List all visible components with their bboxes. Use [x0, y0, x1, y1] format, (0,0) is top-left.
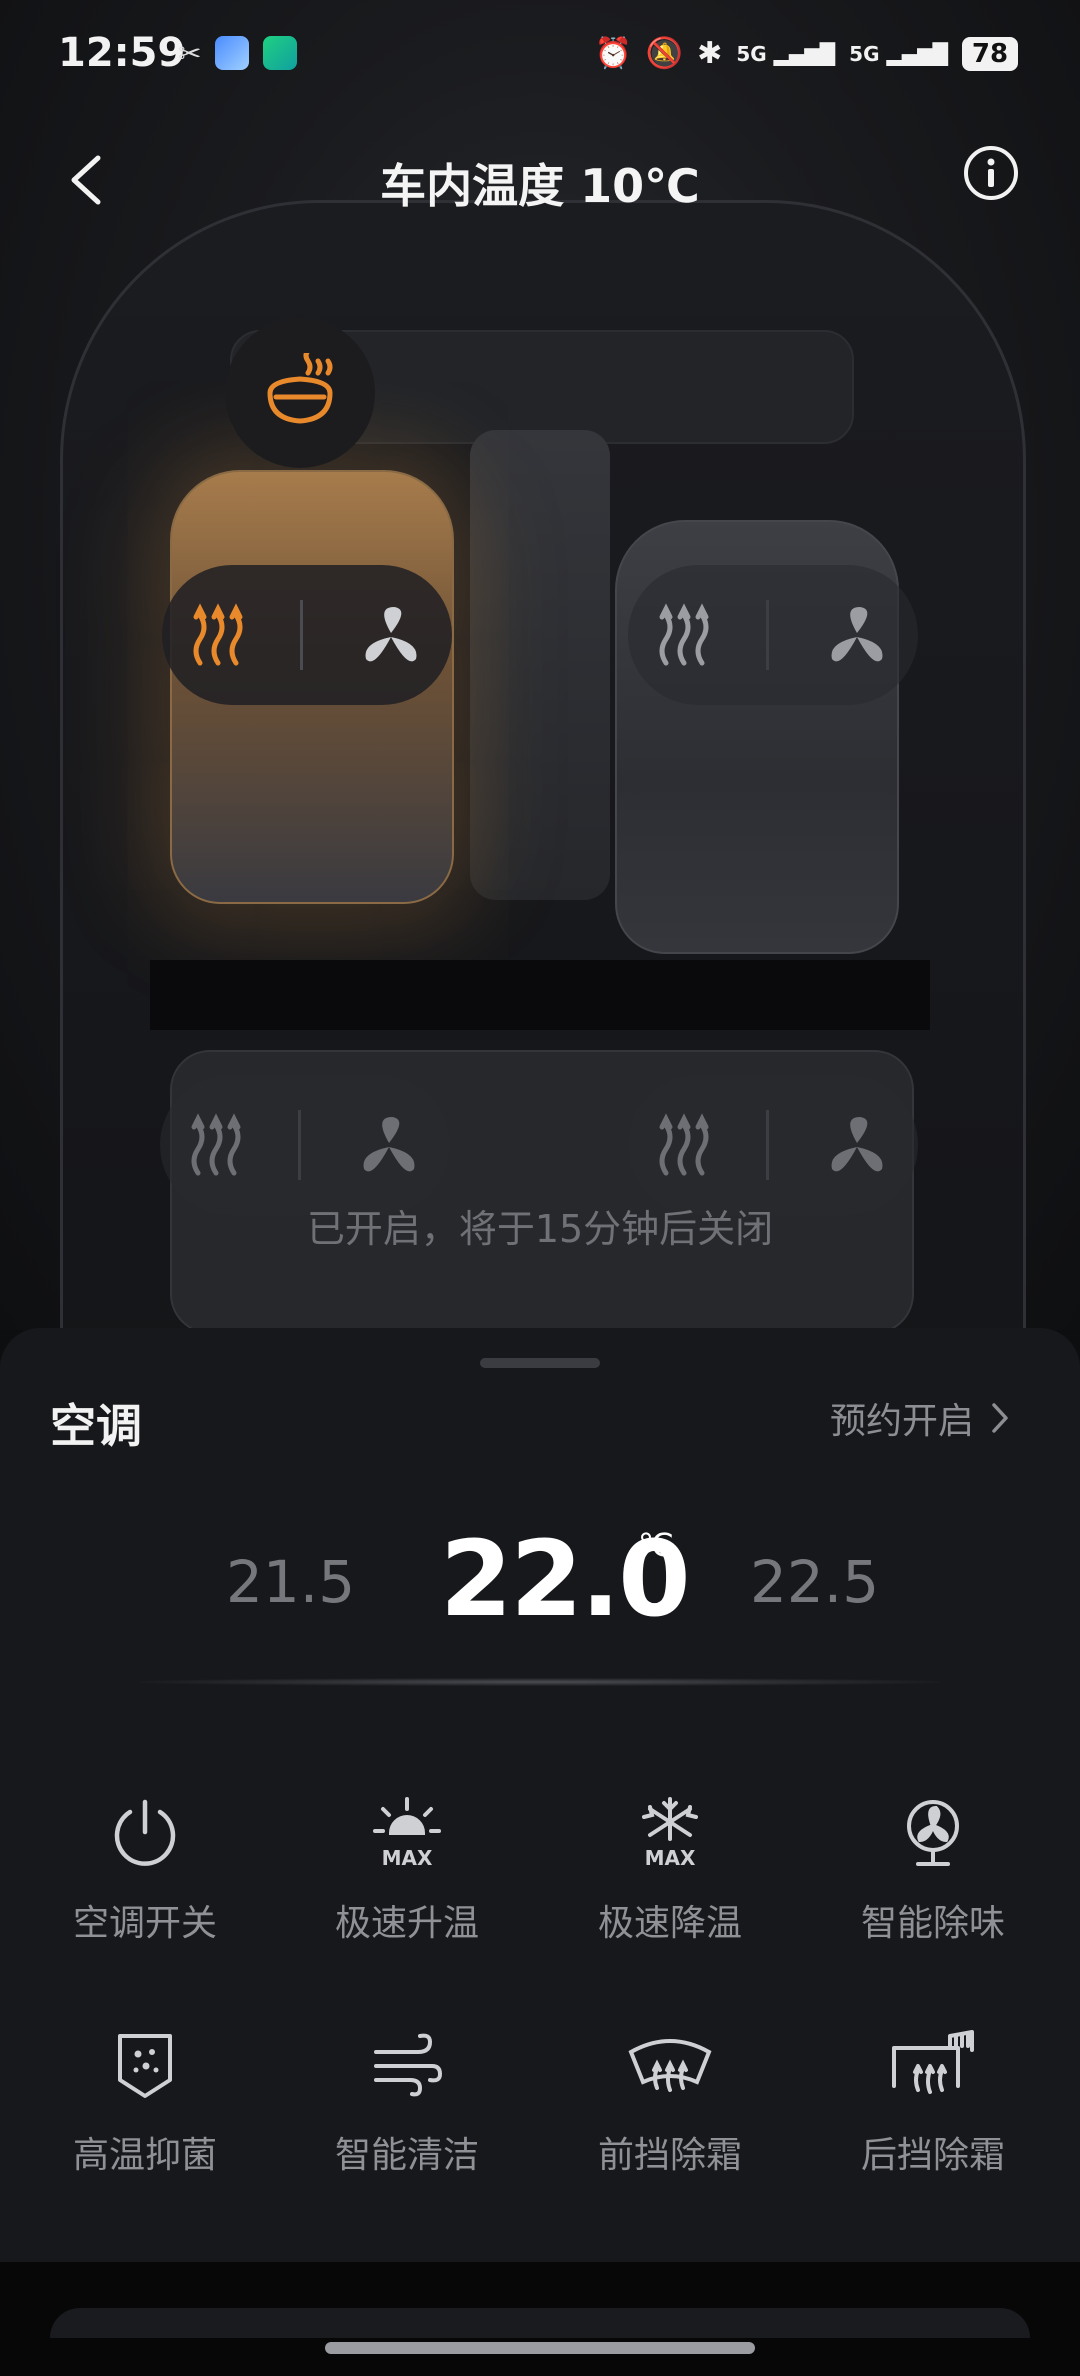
signal-1: 5G ▂▄▆█	[736, 41, 836, 66]
seat-control-front-right	[628, 565, 918, 705]
sheet-handle[interactable]	[480, 1358, 600, 1368]
fn-label: 智能除味	[860, 1903, 1005, 1944]
temperature-selector[interactable]: 21.5 22.0 ℃ 22.5	[0, 1518, 1080, 1640]
power-icon	[114, 1799, 176, 1866]
svg-text:MAX: MAX	[645, 1846, 696, 1870]
fn-label: 极速降温	[597, 1903, 742, 1944]
deodorize-button[interactable]: 智能除味	[803, 1788, 1063, 1988]
fn-label: 前挡除霜	[597, 2135, 742, 2176]
floor-shadow	[150, 960, 930, 1030]
temp-divider	[140, 1678, 940, 1686]
rear-defrost-button[interactable]: 后挡除霜	[803, 2020, 1063, 2220]
center-console	[470, 430, 610, 900]
seat-fan-icon[interactable]	[356, 603, 426, 667]
status-time: 12:59	[58, 30, 186, 76]
app-icon-2	[263, 36, 298, 70]
header: 车内温度 10℃	[0, 140, 1080, 220]
climate-sheet: 空调 预约开启 21.5 22.0 ℃ 22.5 空调开关 MAX 极速升温 M…	[0, 1328, 1080, 2376]
max-cool-icon: MAX	[642, 1797, 698, 1870]
seat-control-rear-right	[628, 1075, 918, 1215]
battery-indicator: 78	[962, 36, 1018, 71]
seat-heat-icon[interactable]	[654, 1113, 714, 1177]
link-icon: ✂	[178, 36, 202, 70]
divider	[766, 600, 770, 670]
rear-defrost-icon	[892, 2030, 974, 2094]
seat-heat-icon[interactable]	[654, 603, 714, 667]
steering-wheel-heat-button[interactable]	[225, 318, 375, 468]
smart-clean-button[interactable]: 智能清洁	[277, 2020, 537, 2220]
info-button[interactable]	[964, 146, 1018, 200]
ac-power-button[interactable]: 空调开关	[15, 1788, 275, 1988]
temp-prev[interactable]: 21.5	[226, 1548, 355, 1616]
temp-unit: ℃	[638, 1526, 674, 1564]
sterilize-button[interactable]: 高温抑菌	[15, 2020, 275, 2220]
seat-fan-icon[interactable]	[354, 1113, 424, 1177]
fn-label: 空调开关	[72, 1903, 217, 1944]
mute-icon: 🔕	[645, 36, 684, 71]
max-heat-button[interactable]: MAX 极速升温	[277, 1788, 537, 1988]
fn-label: 后挡除霜	[860, 2135, 1005, 2176]
divider	[300, 600, 304, 670]
schedule-button[interactable]: 预约开启	[830, 1392, 1010, 1444]
seat-control-rear-left	[160, 1075, 450, 1215]
page-title: 车内温度 10℃	[380, 159, 700, 213]
seat-fan-icon[interactable]	[822, 603, 892, 667]
sterilize-icon	[118, 2034, 172, 2098]
front-defrost-button[interactable]: 前挡除霜	[540, 2020, 800, 2220]
svg-text:MAX: MAX	[382, 1846, 433, 1870]
sheet-title: 空调	[50, 1399, 142, 1453]
seat-heat-icon[interactable]	[186, 1113, 246, 1177]
seat-fan-icon[interactable]	[822, 1113, 892, 1177]
bluetooth-icon: ✱	[697, 36, 723, 71]
info-icon	[987, 158, 995, 187]
schedule-label: 预约开启	[829, 1401, 974, 1442]
max-heat-icon: MAX	[373, 1797, 441, 1870]
deodorize-icon	[907, 1800, 959, 1866]
bottom-nav-edge	[50, 2308, 1030, 2338]
ac-status-note: 已开启，将于15分钟后关闭	[306, 1207, 774, 1251]
status-bar: 12:59 ✂ ⏰ 🔕 ✱ 5G ▂▄▆█ 5G ▂▄▆█ 78	[0, 0, 1080, 120]
app-icon-1	[215, 36, 250, 70]
alarm-icon: ⏰	[594, 36, 632, 71]
home-indicator[interactable]	[325, 2342, 755, 2354]
fn-label: 高温抑菌	[72, 2135, 217, 2176]
max-cool-button[interactable]: MAX 极速降温	[540, 1788, 800, 1988]
seat-heat-icon[interactable]	[188, 603, 248, 667]
divider	[298, 1110, 302, 1180]
signal-2: 5G ▂▄▆█	[849, 41, 948, 66]
chevron-right-icon	[992, 1403, 1008, 1433]
fn-label: 智能清洁	[334, 2135, 479, 2176]
clean-icon	[374, 2033, 443, 2097]
temp-next[interactable]: 22.5	[750, 1548, 879, 1616]
seat-control-front-left	[162, 565, 452, 705]
front-defrost-icon	[628, 2039, 712, 2092]
fn-label: 极速升温	[334, 1903, 479, 1944]
divider	[766, 1110, 770, 1180]
steering-heat-icon	[267, 353, 333, 424]
